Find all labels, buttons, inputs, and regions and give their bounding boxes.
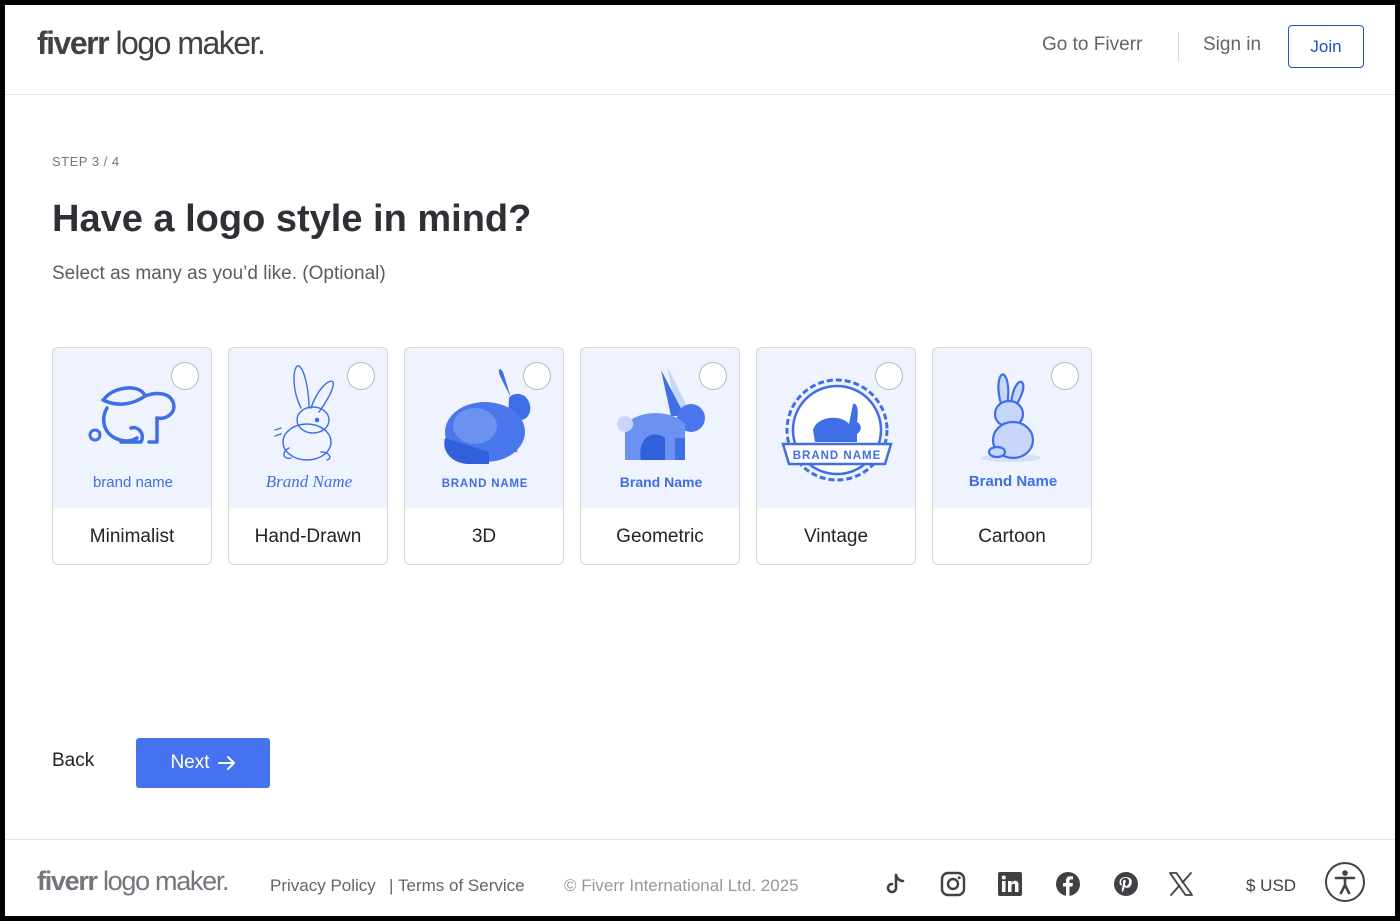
pinterest-icon[interactable]	[1113, 871, 1139, 897]
accessibility-button[interactable]	[1325, 862, 1365, 902]
instagram-icon[interactable]	[940, 871, 966, 897]
step-indicator: STEP 3 / 4	[52, 154, 120, 169]
select-checkbox[interactable]	[347, 362, 375, 390]
style-preview: BRAND NAME	[405, 348, 563, 508]
join-button[interactable]: Join	[1288, 25, 1364, 68]
footer-logo-text: logo maker.	[96, 866, 230, 896]
logo[interactable]: fiverr logo maker.	[37, 25, 266, 62]
style-card-hand-drawn[interactable]: Brand Name Hand-Drawn	[228, 347, 388, 565]
sign-in-link[interactable]: Sign in	[1203, 34, 1261, 56]
facebook-icon[interactable]	[1055, 871, 1081, 897]
page: fiverr logo maker. Go to Fiverr Sign in …	[5, 5, 1395, 916]
arrow-right-icon	[217, 756, 235, 770]
copyright: © Fiverr International Ltd. 2025	[564, 876, 799, 895]
page-title: Have a logo style in mind?	[52, 198, 532, 240]
sample-brand-text: Brand Name	[620, 474, 703, 490]
next-button[interactable]: Next	[136, 738, 270, 788]
go-to-fiverr-link[interactable]: Go to Fiverr	[1042, 34, 1142, 56]
header: fiverr logo maker. Go to Fiverr Sign in …	[5, 5, 1395, 95]
style-preview: Brand Name	[933, 348, 1091, 508]
style-card-vintage[interactable]: BRAND NAME Vintage	[756, 347, 916, 565]
style-preview: Brand Name	[581, 348, 739, 508]
select-checkbox[interactable]	[1051, 362, 1079, 390]
style-label: Hand-Drawn	[254, 526, 362, 547]
nav-divider	[1178, 32, 1179, 62]
style-card-geometric[interactable]: Brand Name Geometric	[580, 347, 740, 565]
footer-logo[interactable]: fiverr logo maker.	[37, 866, 230, 897]
sample-brand-text: Brand Name	[969, 473, 1057, 490]
currency-selector[interactable]: $ USD	[1246, 876, 1296, 896]
x-icon[interactable]	[1168, 871, 1194, 897]
style-card-minimalist[interactable]: brand name Minimalist	[52, 347, 212, 565]
back-button[interactable]: Back	[52, 750, 94, 772]
style-preview: brand name	[53, 348, 211, 508]
style-label: 3D	[471, 526, 497, 547]
sample-brand-text: BRAND NAME	[442, 478, 529, 490]
select-checkbox[interactable]	[171, 362, 199, 390]
style-card-cartoon[interactable]: Brand Name Cartoon	[932, 347, 1092, 565]
sample-brand-text: brand name	[93, 474, 173, 491]
style-label: Minimalist	[89, 526, 175, 547]
linkedin-icon[interactable]	[997, 871, 1023, 897]
footer-logo-brand: fiverr	[37, 866, 98, 896]
style-card-3d[interactable]: BRAND NAME 3D	[404, 347, 564, 565]
sample-brand-text: BRAND NAME	[793, 450, 882, 462]
page-subtitle: Select as many as you’d like. (Optional)	[52, 263, 386, 284]
terms-of-service-link[interactable]: Terms of Service	[398, 876, 525, 896]
select-checkbox[interactable]	[875, 362, 903, 390]
footer: fiverr logo maker. Privacy Policy | Term…	[5, 839, 1395, 916]
select-checkbox[interactable]	[523, 362, 551, 390]
accessibility-icon	[1334, 870, 1356, 895]
logo-brand: fiverr	[37, 25, 110, 61]
style-label: Cartoon	[978, 526, 1046, 547]
style-preview: BRAND NAME	[757, 348, 915, 508]
select-checkbox[interactable]	[699, 362, 727, 390]
style-cards: brand name Minimalist Brand Name Hand-Dr…	[52, 347, 1092, 565]
footer-separator: |	[389, 876, 394, 895]
style-label: Vintage	[803, 526, 869, 547]
privacy-policy-link[interactable]: Privacy Policy	[270, 876, 376, 896]
style-label: Geometric	[616, 526, 704, 547]
next-button-label: Next	[170, 752, 210, 773]
sample-brand-text: Brand Name	[266, 472, 353, 491]
style-preview: Brand Name	[229, 348, 387, 508]
logo-text: logo maker.	[108, 25, 265, 61]
tiktok-icon[interactable]	[882, 871, 908, 897]
